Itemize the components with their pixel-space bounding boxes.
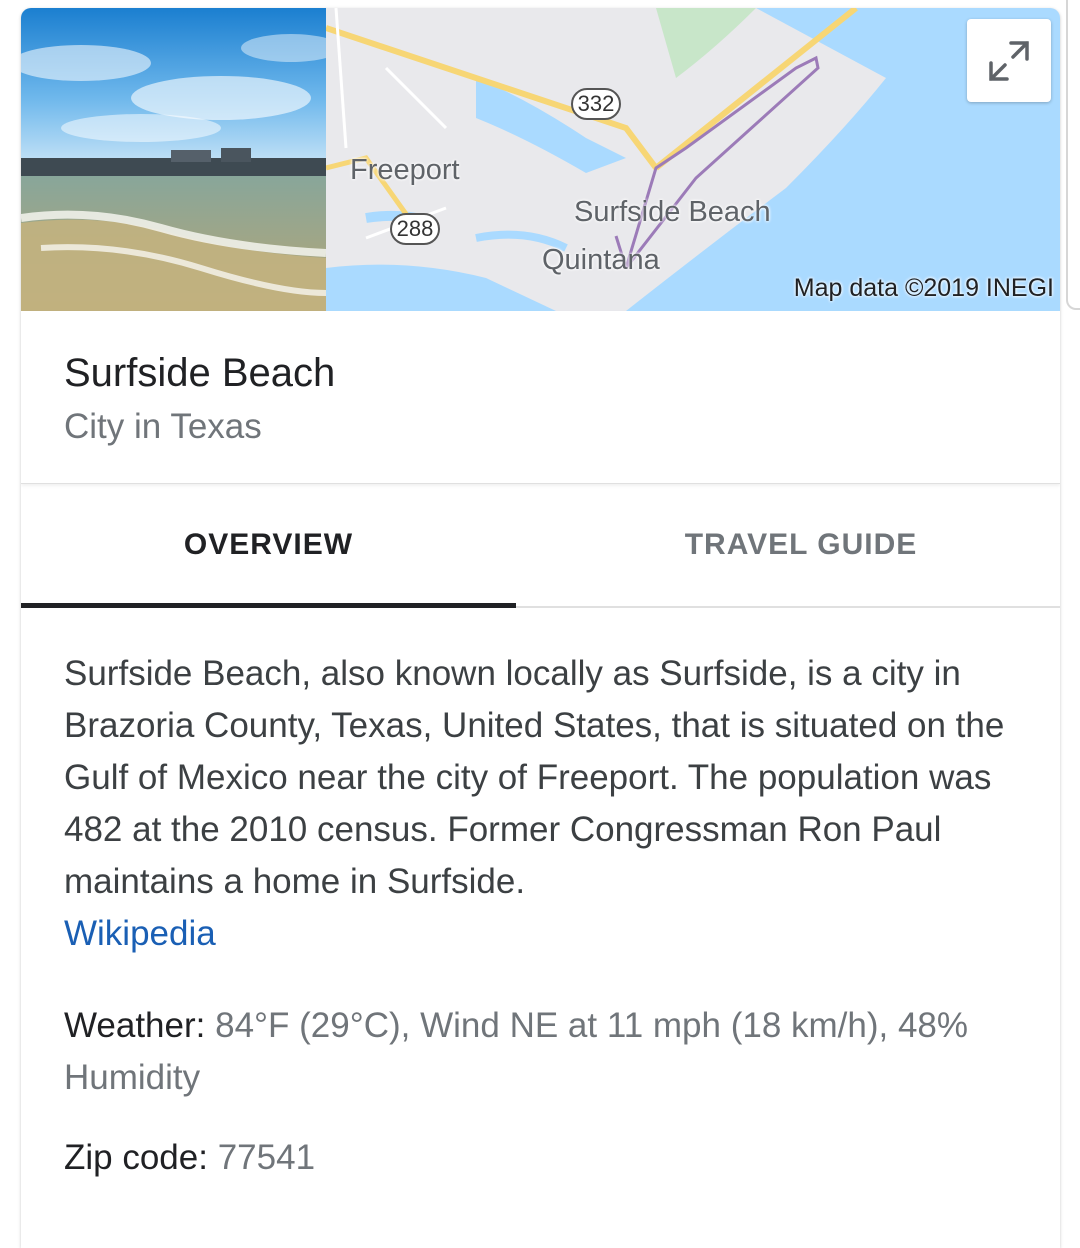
knowledge-panel-card: 332 288 Freeport Surfside Beach Quintana… xyxy=(21,8,1060,1248)
map-label-surfside-beach: Surfside Beach xyxy=(574,196,771,228)
expand-icon xyxy=(989,40,1029,81)
beach-photo[interactable] xyxy=(21,8,326,311)
scroll-edge xyxy=(1066,0,1080,310)
highway-332-shield: 332 xyxy=(571,88,621,120)
wikipedia-link[interactable]: Wikipedia xyxy=(64,914,216,953)
map-attribution: Map data ©2019 INEGI xyxy=(793,274,1054,302)
weather-label: Weather: xyxy=(64,1006,206,1045)
map-label-freeport: Freeport xyxy=(350,154,460,186)
entity-header: Surfside Beach City in Texas xyxy=(21,311,1060,484)
entity-title: Surfside Beach xyxy=(64,351,336,395)
overview-description: Surfside Beach, also known locally as Su… xyxy=(64,648,1024,960)
map-label-quintana: Quintana xyxy=(542,244,660,276)
map-preview[interactable]: 332 288 Freeport Surfside Beach Quintana… xyxy=(326,8,1060,311)
expand-map-button[interactable] xyxy=(967,19,1051,102)
zip-code-value[interactable]: 77541 xyxy=(218,1138,315,1177)
zip-code-fact: Zip code: 77541 xyxy=(64,1132,1024,1184)
zip-code-label: Zip code: xyxy=(64,1138,208,1177)
highway-288-shield: 288 xyxy=(390,213,440,245)
entity-subtitle: City in Texas xyxy=(64,407,262,446)
tab-overview[interactable]: OVERVIEW xyxy=(21,484,516,606)
hero-media: 332 288 Freeport Surfside Beach Quintana… xyxy=(21,8,1060,311)
active-tab-indicator xyxy=(21,603,516,608)
tab-bar: OVERVIEW TRAVEL GUIDE xyxy=(21,484,1060,608)
weather-fact: Weather: 84°F (29°C), Wind NE at 11 mph … xyxy=(64,1000,1024,1104)
tab-travel-guide[interactable]: TRAVEL GUIDE xyxy=(541,484,1060,606)
description-text: Surfside Beach, also known locally as Su… xyxy=(64,654,1005,901)
